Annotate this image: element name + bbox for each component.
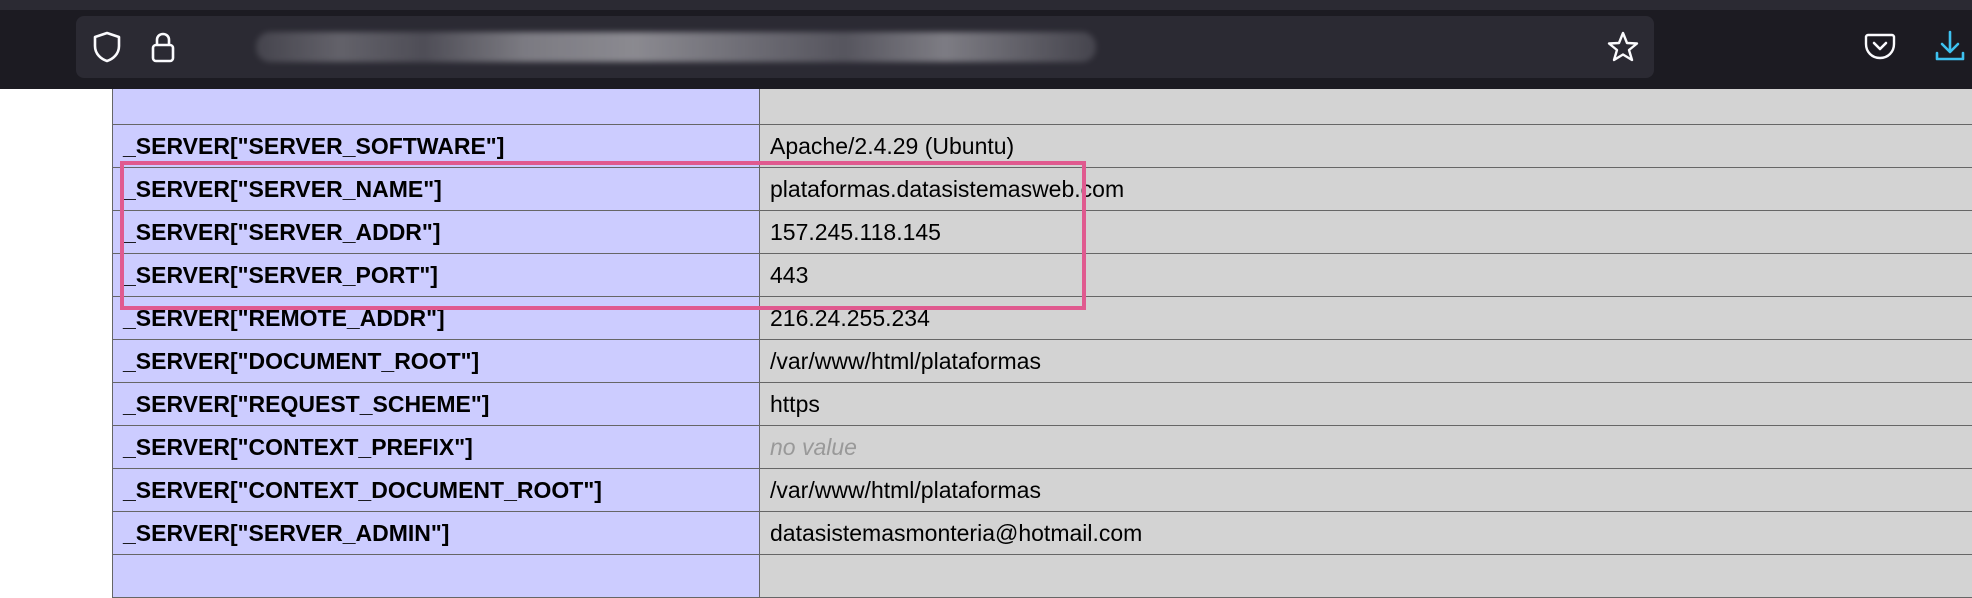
lock-icon[interactable] — [146, 30, 180, 64]
phpinfo-page: _SERVER["SERVER_SOFTWARE"] Apache/2.4.29… — [0, 89, 1972, 542]
pocket-icon[interactable] — [1862, 28, 1898, 64]
row-key: _SERVER["SERVER_ADDR"] — [113, 211, 760, 254]
row-key: _SERVER["CONTEXT_PREFIX"] — [113, 426, 760, 469]
row-value: 157.245.118.145 — [760, 211, 1972, 254]
row-key: _SERVER["SERVER_NAME"] — [113, 168, 760, 211]
server-variables-table: _SERVER["SERVER_SOFTWARE"] Apache/2.4.29… — [112, 81, 1972, 598]
row-value: /var/www/html/plataformas — [760, 469, 1972, 512]
row-value: Apache/2.4.29 (Ubuntu) — [760, 125, 1972, 168]
row-value-no-value: no value — [760, 426, 1972, 469]
download-icon[interactable] — [1932, 28, 1968, 64]
table-row: _SERVER["SERVER_SOFTWARE"] Apache/2.4.29… — [113, 125, 1972, 168]
row-value: plataformas.datasistemasweb.com — [760, 168, 1972, 211]
row-value — [760, 555, 1972, 598]
browser-toolbar — [0, 0, 1972, 89]
row-key: _SERVER["SERVER_ADMIN"] — [113, 512, 760, 555]
row-key: _SERVER["REQUEST_SCHEME"] — [113, 383, 760, 426]
row-key: _SERVER["SERVER_PORT"] — [113, 254, 760, 297]
shield-icon[interactable] — [90, 30, 124, 64]
table-row: _SERVER["REMOTE_ADDR"] 216.24.255.234 — [113, 297, 1972, 340]
row-value: https — [760, 383, 1972, 426]
url-text-blurred[interactable] — [256, 32, 1096, 62]
tab-strip-edge — [0, 0, 1972, 10]
table-row: _SERVER["SERVER_ADDR"] 157.245.118.145 — [113, 211, 1972, 254]
row-key: _SERVER["REMOTE_ADDR"] — [113, 297, 760, 340]
row-value: datasistemasmonteria@hotmail.com — [760, 512, 1972, 555]
table-row: _SERVER["SERVER_ADMIN"] datasistemasmont… — [113, 512, 1972, 555]
row-key: _SERVER["SERVER_SOFTWARE"] — [113, 125, 760, 168]
row-key: _SERVER["DOCUMENT_ROOT"] — [113, 340, 760, 383]
row-value: /var/www/html/plataformas — [760, 340, 1972, 383]
star-icon[interactable] — [1606, 30, 1640, 64]
row-value: 216.24.255.234 — [760, 297, 1972, 340]
table-row: _SERVER["CONTEXT_PREFIX"] no value — [113, 426, 1972, 469]
row-key: _SERVER["CONTEXT_DOCUMENT_ROOT"] — [113, 469, 760, 512]
table-row: _SERVER["SERVER_PORT"] 443 — [113, 254, 1972, 297]
row-value: 443 — [760, 254, 1972, 297]
table-row: _SERVER["DOCUMENT_ROOT"] /var/www/html/p… — [113, 340, 1972, 383]
table-row: _SERVER["SERVER_NAME"] plataformas.datas… — [113, 168, 1972, 211]
table-row: _SERVER["REQUEST_SCHEME"] https — [113, 383, 1972, 426]
table-row — [113, 555, 1972, 598]
address-bar[interactable] — [76, 16, 1654, 78]
table-row: _SERVER["CONTEXT_DOCUMENT_ROOT"] /var/ww… — [113, 469, 1972, 512]
row-key — [113, 555, 760, 598]
